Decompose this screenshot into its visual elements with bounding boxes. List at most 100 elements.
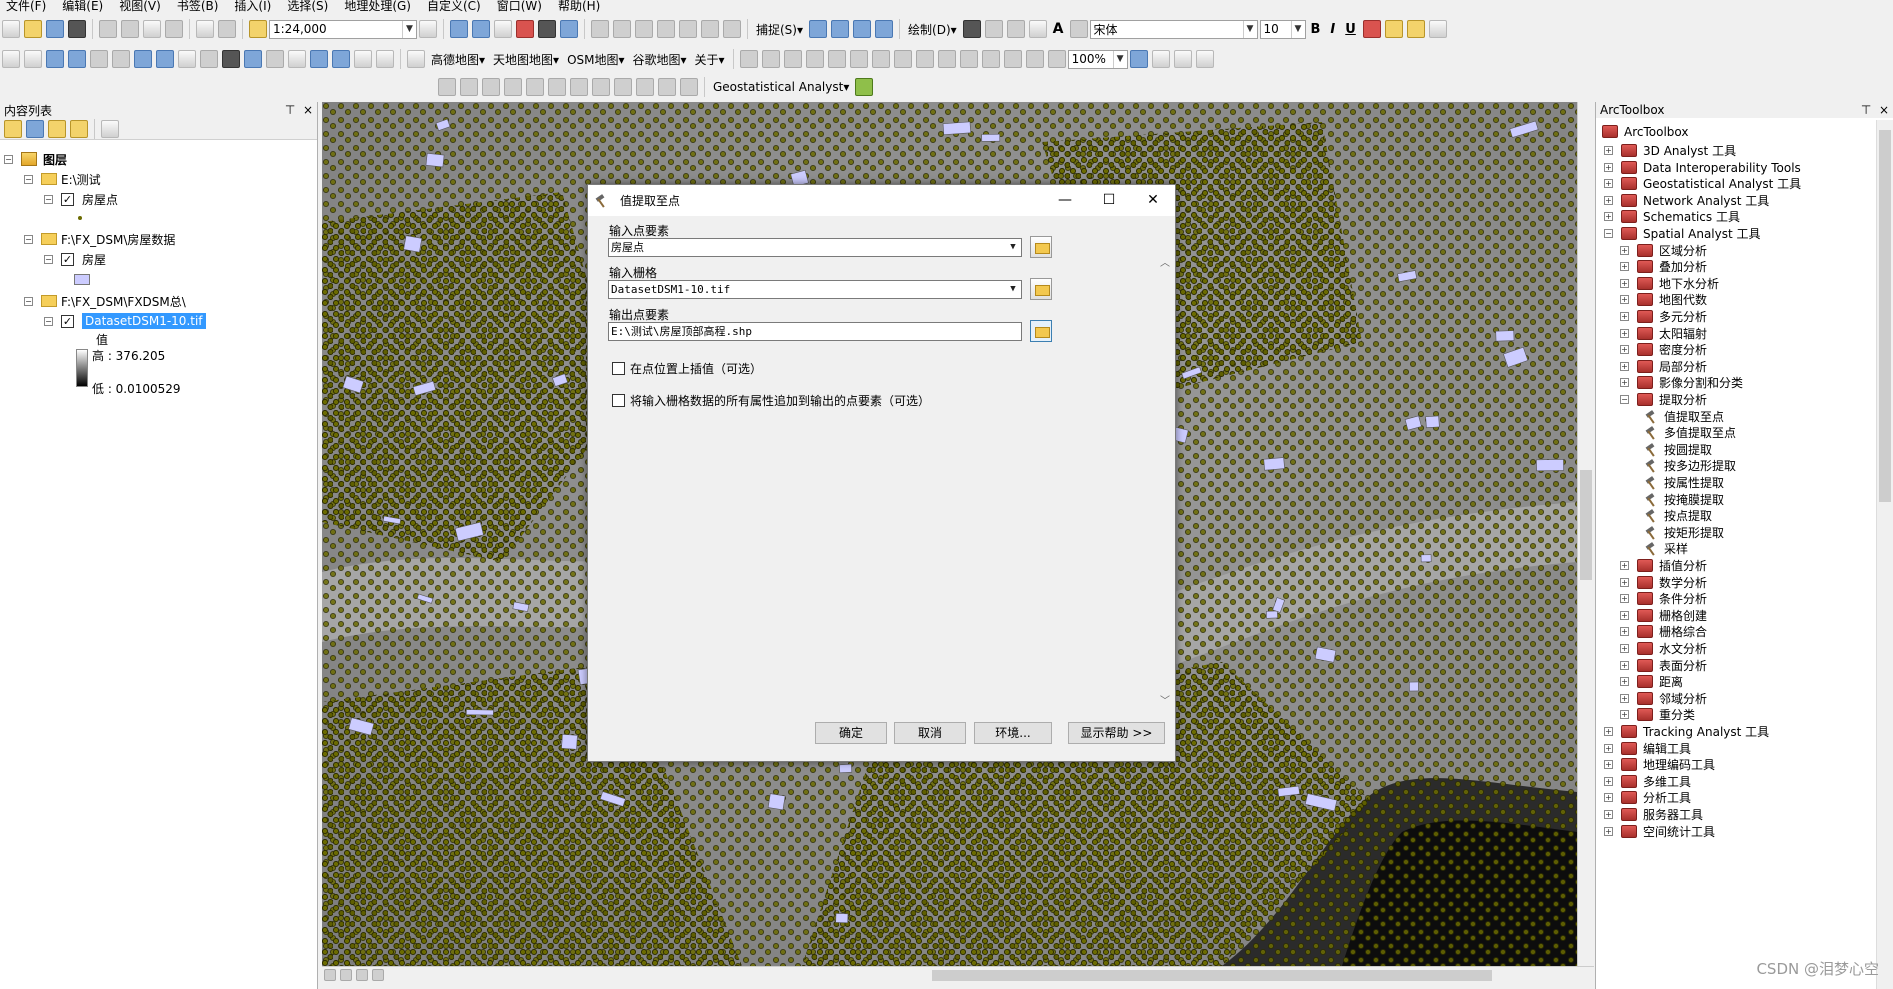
bold-button[interactable]: B <box>1311 22 1321 37</box>
end-snap-icon[interactable] <box>831 20 850 38</box>
georef-tool-11-icon[interactable] <box>658 78 676 96</box>
paste-icon[interactable] <box>143 20 161 38</box>
collapse-icon[interactable]: − <box>24 296 33 306</box>
close-icon[interactable]: × <box>303 103 313 117</box>
layout-zoom-out-icon[interactable] <box>893 50 912 68</box>
vertex-snap-icon[interactable] <box>853 20 872 38</box>
zoom-in-icon[interactable] <box>2 50 20 68</box>
font-name-combo[interactable]: 宋体 ▼ <box>1089 19 1258 39</box>
georef-tool-2-icon[interactable] <box>460 78 478 96</box>
chevron-down-icon[interactable]: ▼ <box>1242 20 1257 38</box>
next-extent-layout-icon[interactable] <box>1047 50 1066 68</box>
ok-button[interactable]: 确定 <box>815 722 887 744</box>
expand-icon[interactable]: + <box>1620 594 1629 603</box>
find-icon[interactable] <box>332 50 350 68</box>
collapse-icon[interactable]: − <box>24 174 33 184</box>
html-popup-icon[interactable] <box>288 50 306 68</box>
add-data-icon[interactable] <box>249 20 267 38</box>
table-of-contents-icon[interactable] <box>450 20 468 38</box>
menu-insert[interactable]: 插入(I) <box>234 0 271 12</box>
expand-icon[interactable]: + <box>1604 777 1613 786</box>
browse-folder-icon[interactable] <box>1030 278 1052 300</box>
chevron-down-icon[interactable]: ▼ <box>1006 240 1020 255</box>
chevron-down-icon[interactable]: ▼ <box>1112 50 1127 68</box>
collapse-icon[interactable]: − <box>44 254 53 264</box>
italic-button[interactable]: I <box>1330 22 1335 37</box>
menu-customize[interactable]: 自定义(C) <box>427 0 481 12</box>
cut-icon[interactable] <box>99 20 117 38</box>
about-menu[interactable]: 关于▾ <box>695 51 725 68</box>
toggle-draft-icon[interactable] <box>1129 50 1148 68</box>
fill-color-icon[interactable] <box>1384 20 1403 38</box>
georef-tool-6-icon[interactable] <box>548 78 566 96</box>
collapse-icon[interactable]: − <box>1604 229 1613 238</box>
expand-icon[interactable]: + <box>1620 329 1629 338</box>
rotate-element-icon[interactable] <box>984 20 1003 38</box>
close-icon[interactable]: × <box>1879 103 1889 117</box>
georef-tool-12-icon[interactable] <box>680 78 698 96</box>
data-driven-pages-icon[interactable] <box>1195 50 1214 68</box>
expand-icon[interactable]: + <box>1604 212 1613 221</box>
zoom-out-icon[interactable] <box>24 50 42 68</box>
point-snap-icon[interactable] <box>809 20 828 38</box>
arctoolbox-icon[interactable] <box>516 20 534 38</box>
chevron-down-icon[interactable]: ▼ <box>1290 20 1305 38</box>
menu-help[interactable]: 帮助(H) <box>558 0 600 12</box>
drawing-menu[interactable]: 绘制(D)▾ <box>908 21 957 38</box>
full-extent-icon[interactable] <box>68 50 86 68</box>
map-scale-combo[interactable]: 1:24,000 ▼ <box>269 19 417 39</box>
editor-toolbar-icon[interactable] <box>419 20 437 38</box>
split-icon[interactable] <box>635 20 653 38</box>
sketch-properties-icon[interactable] <box>701 20 719 38</box>
scroll-up-icon[interactable]: ︿ <box>1160 254 1170 269</box>
hyperlink-icon[interactable] <box>266 50 284 68</box>
measure-icon[interactable] <box>310 50 328 68</box>
options-icon[interactable] <box>101 119 119 138</box>
line-color-icon[interactable] <box>1406 20 1425 38</box>
expand-icon[interactable]: + <box>1604 146 1613 155</box>
georef-tool-9-icon[interactable] <box>614 78 632 96</box>
collapse-icon[interactable]: − <box>44 316 53 326</box>
scroll-thumb[interactable] <box>1879 130 1891 502</box>
snapping-menu[interactable]: 捕捉(S)▾ <box>756 21 803 38</box>
menu-windows[interactable]: 窗口(W) <box>497 0 542 12</box>
geostatistical-wizard-icon[interactable] <box>855 78 874 96</box>
flag-icon[interactable] <box>805 50 824 68</box>
checkbox-box[interactable] <box>612 394 625 407</box>
underline-button[interactable]: U <box>1345 22 1356 37</box>
collapse-icon[interactable]: − <box>44 194 53 204</box>
geostatistical-analyst-menu[interactable]: Geostatistical Analyst▾ <box>713 80 849 94</box>
georef-tool-1-icon[interactable] <box>438 78 456 96</box>
layer-visibility-checkbox[interactable]: ✓ <box>61 314 74 328</box>
layout-pan-icon[interactable] <box>915 50 934 68</box>
redo-icon[interactable] <box>218 20 236 38</box>
reshape-icon[interactable] <box>613 20 631 38</box>
chevron-down-icon[interactable]: ▼ <box>1006 282 1020 297</box>
osm-map-menu[interactable]: OSM地图▾ <box>567 51 624 68</box>
expand-icon[interactable]: + <box>1604 196 1613 205</box>
basemap-layer-icon[interactable] <box>407 50 425 68</box>
expand-icon[interactable]: + <box>1620 661 1629 670</box>
text-tool[interactable]: A <box>1053 21 1064 37</box>
append-attributes-checkbox[interactable]: 将输入栅格数据的所有属性追加到输出的点要素（可选） <box>612 392 930 409</box>
expand-icon[interactable]: + <box>1620 279 1629 288</box>
pan-icon[interactable] <box>46 50 64 68</box>
layer-visibility-checkbox[interactable]: ✓ <box>61 252 74 266</box>
google-map-menu[interactable]: 谷歌地图▾ <box>633 51 687 68</box>
previous-extent-layout-icon[interactable] <box>1025 50 1044 68</box>
expand-icon[interactable]: + <box>1620 312 1629 321</box>
select-elements-icon[interactable] <box>962 20 981 38</box>
identify-icon[interactable] <box>244 50 262 68</box>
group-dsm-folder[interactable]: − F:\FX_DSM\FXDSM总\ <box>24 292 186 310</box>
expand-icon[interactable]: + <box>1604 810 1613 819</box>
minimize-button[interactable]: — <box>1043 185 1087 216</box>
zoom-to-selected-elements-icon[interactable] <box>1006 20 1025 38</box>
expand-icon[interactable]: + <box>1620 262 1629 271</box>
scroll-thumb[interactable] <box>1580 470 1592 580</box>
select-elements-arrow-icon[interactable] <box>222 50 240 68</box>
fixed-zoom-out-icon[interactable] <box>112 50 130 68</box>
focus-data-frame-icon[interactable] <box>1151 50 1170 68</box>
list-by-visibility-icon[interactable] <box>48 119 66 138</box>
print-icon[interactable] <box>68 20 86 38</box>
pin-icon[interactable]: ⊤ <box>1861 103 1871 117</box>
